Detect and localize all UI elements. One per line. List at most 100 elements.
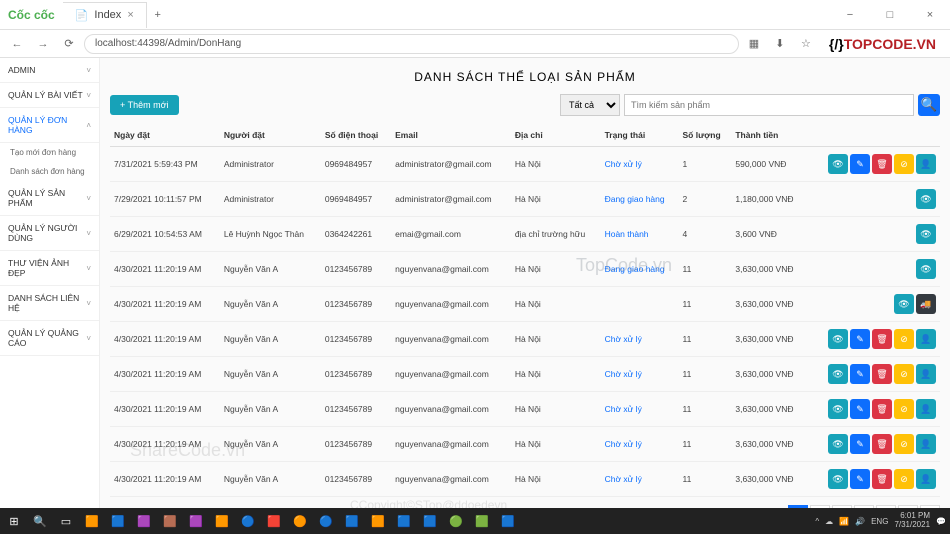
status-link[interactable]: Đang giao hàng [605,264,665,274]
delete-button[interactable]: 🗑 [872,469,892,489]
back-button[interactable]: ← [6,33,28,55]
user-button[interactable]: 👤 [916,154,936,174]
view-button[interactable]: 👁 [828,469,848,489]
sidebar-item[interactable]: QUẢN LÝ NGƯỜI DÙNG˅ [0,216,99,251]
view-button[interactable]: 👁 [916,259,936,279]
search-input[interactable] [624,94,914,116]
wifi-icon[interactable]: 📶 [839,517,849,526]
app-icon[interactable]: 🟦 [498,511,518,531]
app-icon[interactable]: 🔵 [316,511,336,531]
edit-button[interactable]: ✎ [850,399,870,419]
task-view-icon[interactable]: ▭ [56,511,76,531]
view-button[interactable]: 👁 [916,189,936,209]
download-icon[interactable]: ⬇ [769,33,791,55]
block-button[interactable]: ⊘ [894,154,914,174]
start-button[interactable]: ⊞ [4,511,24,531]
status-link[interactable]: Hoàn thành [605,229,649,239]
user-button[interactable]: 👤 [916,364,936,384]
edit-button[interactable]: ✎ [850,469,870,489]
user-button[interactable]: 👤 [916,434,936,454]
view-button[interactable]: 👁 [828,329,848,349]
view-button[interactable]: 👁 [828,399,848,419]
url-input[interactable] [84,34,739,54]
user-button[interactable]: 👤 [916,399,936,419]
sidebar-item[interactable]: QUẢN LÝ QUẢNG CÁO˅ [0,321,99,356]
filter-select[interactable]: Tất cả [560,94,620,116]
status-link[interactable]: Chờ xử lý [605,159,642,169]
add-button[interactable]: + Thêm mới [110,95,179,115]
sidebar-item[interactable]: QUẢN LÝ ĐƠN HÀNG˄ [0,108,99,143]
volume-icon[interactable]: 🔊 [855,517,865,526]
view-button[interactable]: 👁 [828,434,848,454]
status-link[interactable]: Chờ xử lý [605,474,642,484]
app-icon[interactable]: 🟢 [446,511,466,531]
app-icon[interactable]: 🟧 [212,511,232,531]
app-icon[interactable]: 🟦 [108,511,128,531]
scan-icon[interactable]: ▦ [743,33,765,55]
app-icon[interactable]: 🟦 [394,511,414,531]
reload-button[interactable]: ⟳ [58,33,80,55]
cloud-icon[interactable]: ☁ [825,517,833,526]
sidebar-item[interactable]: THƯ VIỆN ẢNH ĐẸP˅ [0,251,99,286]
block-button[interactable]: ⊘ [894,434,914,454]
app-icon[interactable]: 🟠 [290,511,310,531]
status-link[interactable]: Chờ xử lý [605,334,642,344]
close-button[interactable]: × [910,0,950,30]
app-icon[interactable]: 🟧 [82,511,102,531]
sidebar-subitem[interactable]: Danh sách đơn hàng [0,162,99,181]
block-button[interactable]: ⊘ [894,364,914,384]
app-icon[interactable]: 🟪 [186,511,206,531]
sidebar-item[interactable]: QUẢN LÝ SẢN PHẨM˅ [0,181,99,216]
view-button[interactable]: 👁 [828,364,848,384]
view-button[interactable]: 👁 [916,224,936,244]
search-icon[interactable]: 🔍 [30,511,50,531]
app-icon[interactable]: 🟪 [134,511,154,531]
delete-button[interactable]: 🗑 [872,434,892,454]
view-button[interactable]: 👁 [828,154,848,174]
browser-tab[interactable]: 📄 Index × [63,2,147,28]
status-link[interactable]: Đang giao hàng [605,194,665,204]
delete-button[interactable]: 🗑 [872,364,892,384]
app-icon[interactable]: 🟧 [368,511,388,531]
sidebar-item[interactable]: QUẢN LÝ BÀI VIẾT˅ [0,83,99,108]
sidebar-item[interactable]: ADMIN˅ [0,58,99,83]
row-actions: 👁 [811,224,936,244]
status-link[interactable]: Chờ xử lý [605,369,642,379]
app-icon[interactable]: 🔵 [238,511,258,531]
ship-button[interactable]: 🚚 [916,294,936,314]
app-icon[interactable]: 🟩 [472,511,492,531]
minimize-button[interactable]: − [830,0,870,30]
close-icon[interactable]: × [127,9,133,21]
table-row: 4/30/2021 11:20:19 AMNguyễn Văn A0123456… [110,357,940,392]
delete-button[interactable]: 🗑 [872,399,892,419]
app-icon[interactable]: 🟫 [160,511,180,531]
block-button[interactable]: ⊘ [894,469,914,489]
edit-button[interactable]: ✎ [850,329,870,349]
tray-chevron-icon[interactable]: ^ [815,517,819,526]
view-button[interactable]: 👁 [894,294,914,314]
app-icon[interactable]: 🟦 [342,511,362,531]
new-tab-button[interactable]: + [147,4,169,26]
sidebar-item[interactable]: DANH SÁCH LIÊN HỆ˅ [0,286,99,321]
block-button[interactable]: ⊘ [894,329,914,349]
forward-button[interactable]: → [32,33,54,55]
sidebar-subitem[interactable]: Tạo mới đơn hàng [0,143,99,162]
edit-button[interactable]: ✎ [850,154,870,174]
delete-button[interactable]: 🗑 [872,329,892,349]
clock-date[interactable]: 7/31/2021 [894,521,930,530]
star-icon[interactable]: ☆ [795,33,817,55]
search-button[interactable]: 🔍 [918,94,940,116]
user-button[interactable]: 👤 [916,469,936,489]
delete-button[interactable]: 🗑 [872,154,892,174]
block-button[interactable]: ⊘ [894,399,914,419]
app-icon[interactable]: 🟥 [264,511,284,531]
maximize-button[interactable]: □ [870,0,910,30]
edit-button[interactable]: ✎ [850,434,870,454]
app-icon[interactable]: 🟦 [420,511,440,531]
status-link[interactable]: Chờ xử lý [605,439,642,449]
user-button[interactable]: 👤 [916,329,936,349]
status-link[interactable]: Chờ xử lý [605,404,642,414]
edit-button[interactable]: ✎ [850,364,870,384]
language-indicator[interactable]: ENG [871,517,888,526]
notification-icon[interactable]: 💬 [936,517,946,526]
